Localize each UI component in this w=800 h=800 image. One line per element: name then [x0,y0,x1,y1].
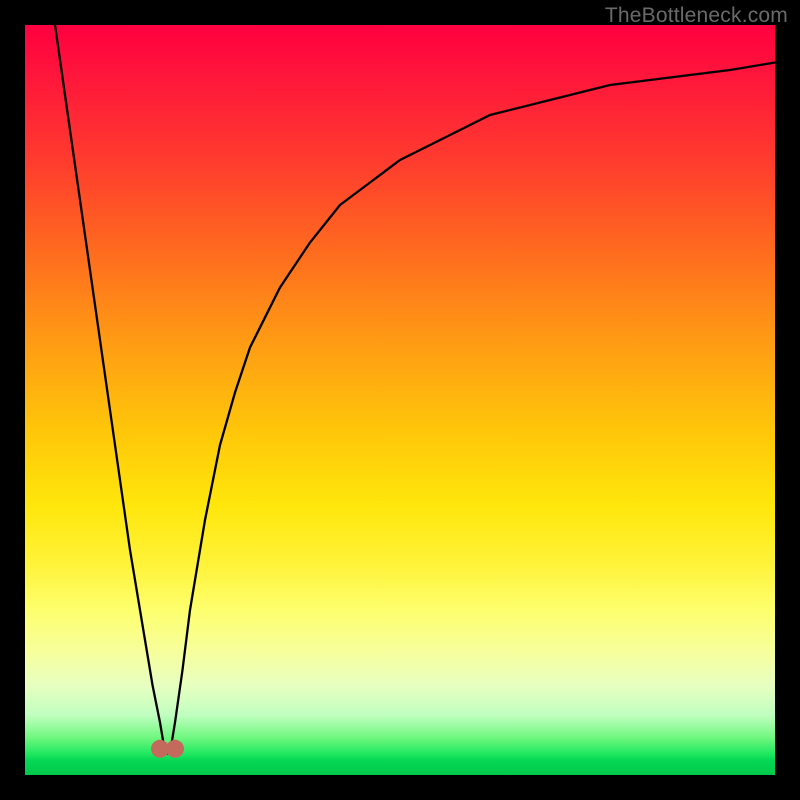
plot-area [25,25,775,775]
curve-layer [25,25,775,775]
bottleneck-curve [55,25,775,753]
optimum-marker-right [166,740,184,758]
chart-frame: TheBottleneck.com [0,0,800,800]
